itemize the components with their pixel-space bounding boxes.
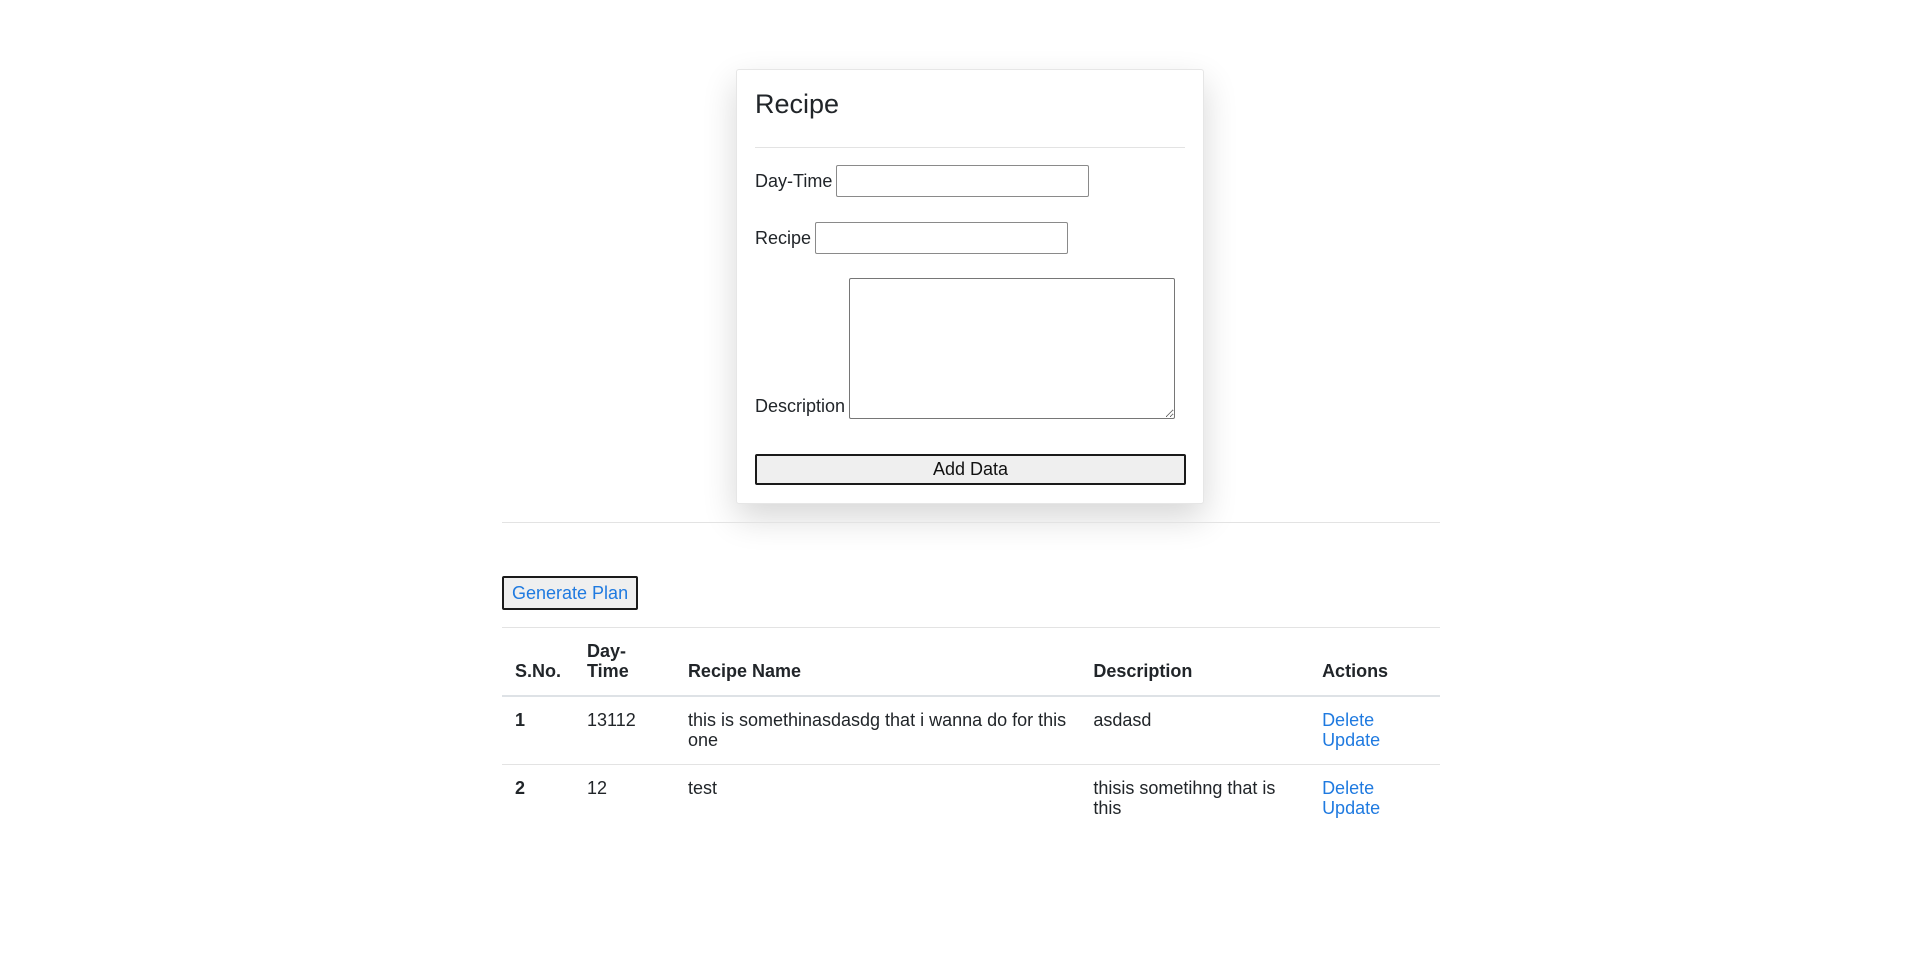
row-daytime: 13112: [587, 710, 636, 730]
row-actions: Delete Update: [1309, 764, 1440, 832]
header-recipe-name: Recipe Name: [674, 627, 1081, 697]
row-sno: 1: [515, 710, 526, 730]
recipe-form-card: Recipe Day-Time Recipe Description Add D…: [736, 69, 1204, 504]
table-row: 1 13112 this is somethinasdasdg that i w…: [502, 696, 1440, 765]
daytime-row: Day-Time: [755, 165, 1090, 197]
description-label: Description: [755, 396, 846, 416]
row-actions: Delete Update: [1309, 696, 1440, 765]
daytime-input[interactable]: [836, 165, 1090, 197]
form-divider: [755, 147, 1185, 148]
table-body: 1 13112 this is somethinasdasdg that i w…: [502, 696, 1440, 832]
header-daytime: Day-Time: [574, 627, 675, 697]
daytime-label: Day-Time: [755, 170, 833, 191]
table-row: 2 12 test thisis sometihng that is this …: [502, 764, 1440, 832]
form-title: Recipe: [755, 89, 840, 119]
recipe-table: S.No. Day-Time Recipe Name Description A…: [502, 627, 1440, 832]
update-link[interactable]: Update: [1322, 798, 1427, 818]
row-description: asdasd: [1093, 710, 1152, 730]
row-description: thisis sometihng that is this: [1080, 764, 1310, 832]
row-recipe-name: this is somethinasdasdg that i wanna do …: [687, 710, 1067, 750]
add-data-button[interactable]: Add Data: [755, 454, 1186, 485]
generate-plan-button[interactable]: Generate Plan: [502, 576, 639, 610]
header-actions: Actions: [1309, 627, 1440, 697]
description-row: Description: [755, 278, 1176, 419]
delete-link[interactable]: Delete: [1322, 710, 1427, 730]
row-recipe-name: test: [674, 764, 1081, 832]
recipe-row: Recipe: [755, 222, 1069, 254]
section-divider: [502, 522, 1440, 523]
recipe-input[interactable]: [815, 222, 1069, 254]
table-header: S.No. Day-Time Recipe Name Description A…: [502, 627, 1440, 697]
row-daytime: 12: [574, 764, 675, 832]
header-description: Description: [1080, 627, 1310, 697]
update-link[interactable]: Update: [1322, 730, 1427, 750]
table-header-row: S.No. Day-Time Recipe Name Description A…: [502, 627, 1440, 697]
row-sno: 2: [502, 764, 575, 832]
header-sno: S.No.: [502, 627, 575, 697]
description-textarea[interactable]: [849, 278, 1176, 419]
recipe-label: Recipe: [755, 227, 812, 248]
delete-link[interactable]: Delete: [1322, 778, 1427, 798]
